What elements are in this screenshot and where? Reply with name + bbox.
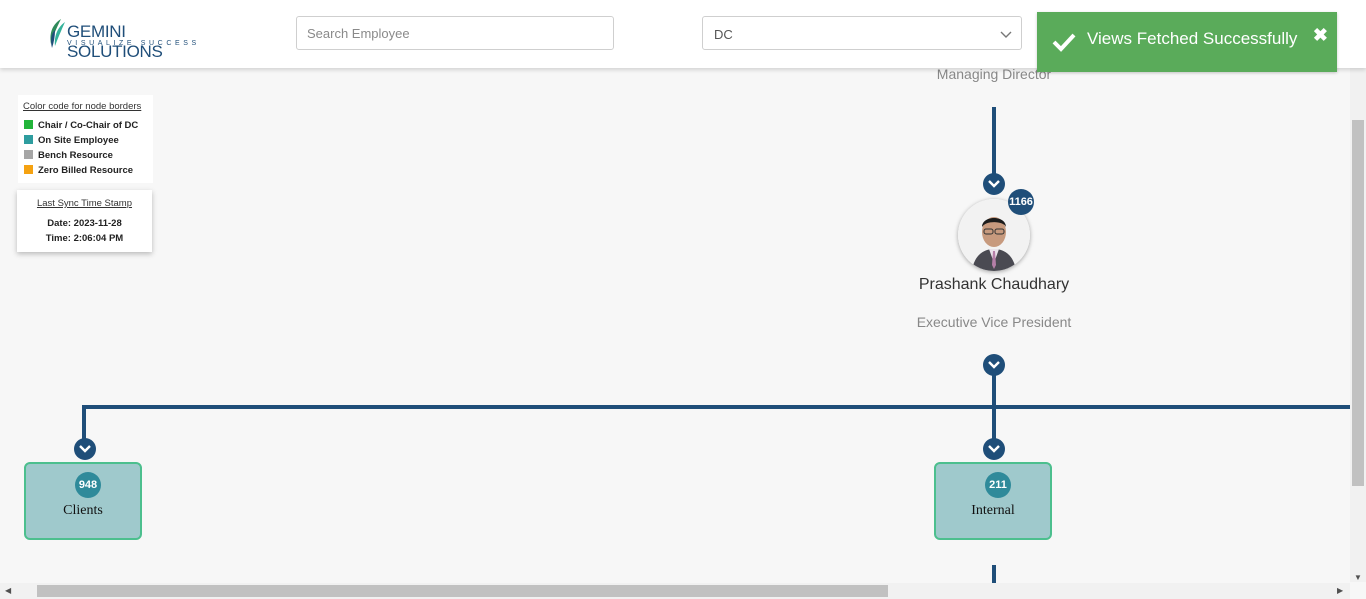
sync-date: Date: 2023-11-28 (47, 218, 122, 229)
legend-swatch (24, 165, 33, 174)
connector-line (992, 107, 996, 177)
node-internal[interactable]: 211 Internal (934, 462, 1052, 540)
border-color-legend: Color code for node borders Chair / Co-C… (18, 95, 153, 183)
expand-chevron-button[interactable] (983, 438, 1005, 460)
search-employee-input[interactable] (296, 16, 614, 50)
node-label: Clients (63, 503, 103, 518)
legend-label: Bench Resource (38, 150, 113, 161)
legend-title: Color code for node borders (23, 101, 142, 112)
success-toast: Views Fetched Successfully ✖ (1037, 12, 1337, 72)
checkmark-icon (1052, 33, 1076, 52)
horizontal-scroll-thumb[interactable] (37, 585, 888, 597)
legend-label: Zero Billed Resource (38, 165, 134, 176)
node-clients[interactable]: 948 Clients (24, 462, 142, 540)
scroll-right-arrow-icon[interactable]: ▶ (1337, 586, 1343, 595)
dc-dropdown[interactable]: DC (702, 16, 1022, 50)
legend-label: Chair / Co-Chair of DC (38, 120, 139, 131)
sync-time: Time: 2:06:04 PM (45, 233, 124, 244)
horizontal-scrollbar[interactable]: ◀ ▶ (0, 583, 1350, 599)
chevron-down-icon (79, 445, 91, 453)
expand-chevron-button[interactable] (983, 173, 1005, 195)
company-logo[interactable]: GEMINI SOLUTIONS VISUALIZE SUCCESS (47, 18, 217, 61)
legend-item-onsite: On Site Employee (24, 135, 119, 146)
node-count-badge: 211 (985, 472, 1011, 498)
node-label: Internal (971, 503, 1015, 518)
node-count-badge: 948 (75, 472, 101, 498)
legend-swatch (24, 135, 33, 144)
connector-line (82, 405, 86, 441)
legend-item-bench: Bench Resource (24, 150, 113, 161)
expand-chevron-button[interactable] (983, 354, 1005, 376)
legend-swatch (24, 150, 33, 159)
vertical-scrollbar[interactable]: ▼ (1350, 68, 1366, 582)
chevron-down-icon (988, 361, 1000, 369)
legend-item-zero-billed: Zero Billed Resource (24, 165, 133, 176)
legend-swatch (24, 120, 33, 129)
toast-message: Views Fetched Successfully (1087, 29, 1298, 48)
vertical-scroll-thumb[interactable] (1352, 120, 1364, 486)
leaf-logo-icon (50, 19, 65, 48)
chevron-down-icon (1000, 31, 1012, 38)
last-sync-box: Last Sync Time Stamp Date: 2023-11-28 Ti… (17, 190, 152, 252)
legend-item-chair: Chair / Co-Chair of DC (24, 120, 138, 131)
employee-name[interactable]: Prashank Chaudhary (914, 276, 1074, 294)
close-icon[interactable]: ✖ (1313, 25, 1328, 46)
legend-label: On Site Employee (38, 135, 119, 146)
employee-title: Executive Vice President (916, 314, 1072, 330)
connector-line (82, 405, 1350, 409)
logo-tagline: VISUALIZE SUCCESS (67, 40, 200, 47)
scroll-down-arrow-icon[interactable]: ▼ (1354, 573, 1362, 582)
chevron-down-icon (988, 180, 1000, 188)
dropdown-selected-value: DC (714, 27, 733, 42)
expand-chevron-button[interactable] (74, 438, 96, 460)
sync-title: Last Sync Time Stamp (36, 198, 133, 209)
scroll-left-arrow-icon[interactable]: ◀ (5, 586, 11, 595)
connector-line (992, 565, 996, 583)
employee-count-badge: 1166 (1008, 189, 1034, 215)
chevron-down-icon (988, 445, 1000, 453)
